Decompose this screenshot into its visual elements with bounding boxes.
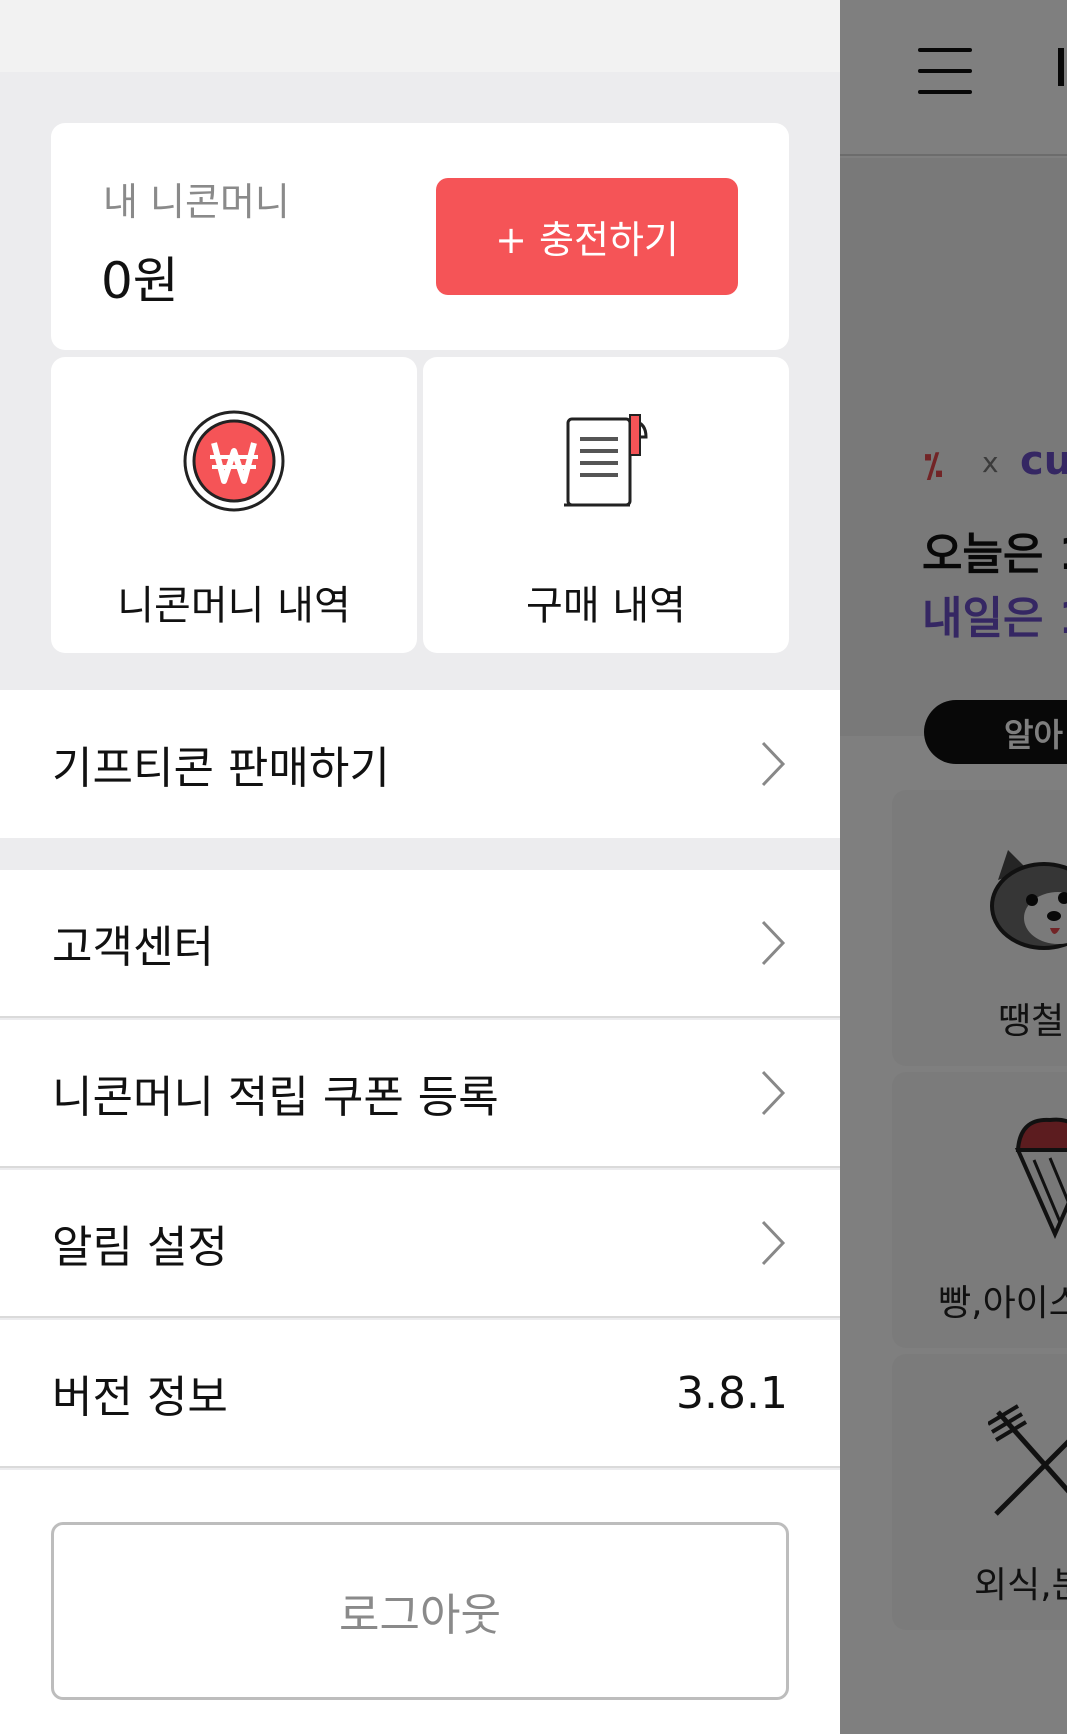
money-balance: 0원: [101, 252, 179, 310]
chevron-right-icon: [761, 1220, 786, 1266]
logout-button[interactable]: 로그아웃: [51, 1522, 789, 1700]
menu-item-notification-settings[interactable]: 알림 설정: [0, 1170, 840, 1318]
chevron-right-icon: [761, 920, 786, 966]
menu-item-label: 기프티콘 판매하기: [52, 743, 390, 794]
purchase-history-tile[interactable]: 구매 내역: [423, 357, 789, 653]
money-history-label: 니콘머니 내역: [117, 583, 351, 629]
nicon-money-card: 내 니콘머니 0원 + 충전하기: [51, 123, 789, 350]
charge-button[interactable]: + 충전하기: [436, 178, 738, 295]
version-value: 3.8.1: [676, 1367, 788, 1419]
menu-item-label: 니콘머니 적립 쿠폰 등록: [52, 1072, 499, 1123]
money-history-tile[interactable]: 니콘머니 내역: [51, 357, 417, 653]
chevron-right-icon: [761, 741, 786, 787]
menu-item-version-info: 버전 정보 3.8.1: [0, 1320, 840, 1468]
drawer-top-spacer: [0, 0, 840, 72]
receipt-icon: [564, 414, 648, 507]
menu-item-customer-center[interactable]: 고객센터: [0, 870, 840, 1018]
chevron-right-icon: [761, 1070, 786, 1116]
logout-section: 로그아웃: [0, 1470, 840, 1734]
app-root: ⁒ x cu 오늘은 1 내일은 1 알아 땡철: [0, 0, 1067, 1734]
money-card-title: 내 니콘머니: [103, 180, 290, 224]
version-label: 버전 정보: [52, 1372, 228, 1423]
menu-item-coupon-register[interactable]: 니콘머니 적립 쿠폰 등록: [0, 1020, 840, 1168]
navigation-drawer: 내 니콘머니 0원 + 충전하기 니콘머니 내역 구매 내역 기프티콘 판매하기…: [0, 0, 840, 1734]
menu-item-sell-gifticon[interactable]: 기프티콘 판매하기: [0, 690, 840, 838]
purchase-history-label: 구매 내역: [526, 583, 686, 629]
won-coin-icon: [183, 410, 285, 512]
menu-item-label: 고객센터: [52, 922, 214, 973]
menu-item-label: 알림 설정: [52, 1222, 228, 1273]
